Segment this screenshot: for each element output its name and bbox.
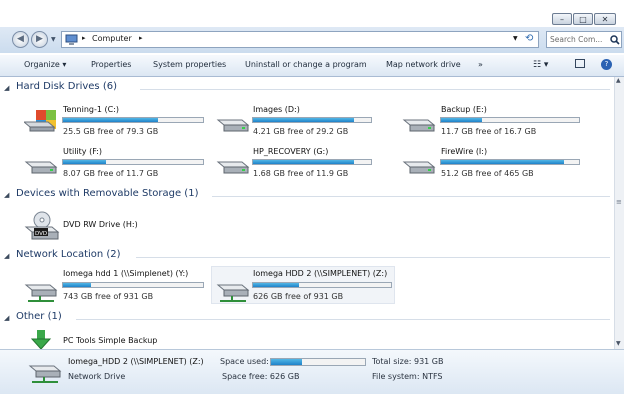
properties-button[interactable]: Properties	[91, 60, 131, 69]
hard-drive-icon	[216, 119, 250, 132]
backup-arrow-icon	[30, 330, 52, 349]
more-commands-button[interactable]: »	[478, 60, 483, 69]
back-button[interactable]: ◀	[12, 31, 29, 48]
breadcrumb-arrow-icon[interactable]: ▸	[139, 34, 143, 42]
hard-drive-icon	[402, 161, 436, 174]
collapse-other-icon[interactable]: ◢	[4, 314, 9, 322]
hard-drive-icon	[216, 161, 250, 174]
network-drive-icon	[216, 284, 250, 302]
details-space-used-label: Space used:	[220, 357, 269, 366]
drive-label: FireWire (I:)	[441, 147, 488, 156]
address-bar[interactable]: ▸ Computer ▸ ▼ ⟲	[61, 31, 539, 48]
uninstall-program-button[interactable]: Uninstall or change a program	[245, 60, 367, 69]
drive-label: DVD RW Drive (H:)	[63, 220, 138, 229]
breadcrumb-computer[interactable]: Computer	[92, 34, 132, 43]
maximize-button[interactable]: □	[573, 13, 593, 25]
minimize-icon: –	[560, 15, 564, 24]
scroll-up-icon[interactable]: ▲	[616, 77, 621, 84]
item-label: PC Tools Simple Backup	[63, 336, 158, 345]
details-type: Network Drive	[68, 372, 126, 381]
scroll-down-icon[interactable]: ▼	[616, 340, 621, 347]
minimize-button[interactable]: –	[552, 13, 572, 25]
network-drive-icon	[28, 365, 62, 383]
address-dropdown-icon[interactable]: ▼	[513, 35, 518, 42]
drive-usage-bar	[252, 117, 372, 123]
drive-free-space: 8.07 GB free of 11.7 GB	[63, 169, 159, 178]
group-divider	[212, 196, 610, 197]
group-heading-other[interactable]: Other (1)	[16, 311, 62, 322]
drive-label: Iomega hdd 1 (\\Simplenet) (Y:)	[63, 269, 189, 278]
command-toolbar: Organize ▾ Properties System properties …	[0, 55, 624, 77]
collapse-removable-icon[interactable]: ◢	[4, 191, 9, 199]
drive-free-space: 1.68 GB free of 11.9 GB	[253, 169, 349, 178]
drive-free-space: 25.5 GB free of 79.3 GB	[63, 127, 159, 136]
details-total-size: Total size: 931 GB	[372, 357, 444, 366]
details-pane: Iomega_HDD 2 (\\SIMPLENET) (Z:) Network …	[0, 349, 624, 394]
drive-usage-bar	[252, 159, 372, 165]
address-bar-row: ◀ ▶ ▼ ▸ Computer ▸ ▼ ⟲ Search Com...	[0, 27, 624, 53]
scroll-thumb-grip[interactable]: ≡	[616, 198, 622, 206]
history-dropdown-icon[interactable]: ▼	[51, 36, 56, 43]
search-icon[interactable]	[610, 35, 620, 45]
group-heading-hard-disk[interactable]: Hard Disk Drives (6)	[16, 81, 117, 92]
maximize-icon: □	[579, 15, 587, 24]
search-input[interactable]: Search Com...	[546, 31, 622, 48]
forward-button[interactable]: ▶	[31, 31, 48, 48]
drive-usage-bar	[252, 282, 392, 288]
drive-label: Iomega HDD 2 (\\SIMPLENET) (Z:)	[253, 269, 388, 278]
search-placeholder: Search Com...	[550, 35, 603, 44]
drive-label: HP_RECOVERY (G:)	[253, 147, 329, 156]
back-arrow-icon: ◀	[17, 34, 24, 44]
collapse-hard-disk-icon[interactable]: ◢	[4, 84, 9, 92]
drive-usage-bar	[440, 159, 580, 165]
breadcrumb-separator: ▸	[82, 34, 86, 42]
drive-free-space: 51.2 GB free of 465 GB	[441, 169, 534, 178]
content-pane: ◢ Hard Disk Drives (6) Tenning-1 (C:) 25…	[0, 77, 614, 349]
map-network-drive-button[interactable]: Map network drive	[386, 60, 461, 69]
details-name: Iomega_HDD 2 (\\SIMPLENET) (Z:)	[68, 357, 204, 366]
group-heading-removable[interactable]: Devices with Removable Storage (1)	[16, 188, 198, 199]
close-button[interactable]: ✕	[594, 13, 616, 25]
drive-usage-bar	[62, 117, 204, 123]
drive-free-space: 626 GB free of 931 GB	[253, 292, 344, 301]
vertical-scrollbar[interactable]: ▲ ≡ ▼	[614, 77, 624, 349]
network-drive-icon	[24, 284, 58, 302]
drive-usage-bar	[440, 117, 580, 123]
details-filesystem: File system: NTFS	[372, 372, 443, 381]
collapse-network-icon[interactable]: ◢	[4, 252, 9, 260]
drive-free-space: 4.21 GB free of 29.2 GB	[253, 127, 349, 136]
system-drive-icon	[24, 110, 56, 132]
close-icon: ✕	[601, 15, 609, 24]
organize-button[interactable]: Organize ▾	[24, 60, 66, 69]
group-divider	[76, 319, 610, 320]
drive-label: Tenning-1 (C:)	[63, 105, 120, 114]
dvd-drive-icon: DVD	[24, 211, 60, 240]
preview-pane-icon[interactable]	[575, 59, 585, 68]
system-properties-button[interactable]: System properties	[153, 60, 226, 69]
details-space-free: Space free: 626 GB	[222, 372, 300, 381]
group-heading-network[interactable]: Network Location (2)	[16, 249, 121, 260]
refresh-icon[interactable]: ⟲	[525, 33, 533, 44]
help-icon[interactable]: ?	[601, 59, 612, 70]
drive-label: Backup (E:)	[441, 105, 487, 114]
forward-arrow-icon: ▶	[36, 34, 43, 44]
network-drive-item-selected[interactable]: Iomega HDD 2 (\\SIMPLENET) (Z:) 626 GB f…	[211, 266, 395, 304]
drive-free-space: 11.7 GB free of 16.7 GB	[441, 127, 537, 136]
hard-drive-icon	[24, 161, 58, 174]
computer-icon	[65, 34, 78, 45]
views-icon[interactable]: ☷ ▾	[533, 60, 548, 70]
drive-free-space: 743 GB free of 931 GB	[63, 292, 154, 301]
drive-label: Utility (F:)	[63, 147, 102, 156]
drive-label: Images (D:)	[253, 105, 300, 114]
group-divider	[140, 89, 610, 90]
details-usage-bar	[270, 358, 366, 366]
hard-drive-icon	[402, 119, 436, 132]
drive-usage-bar	[62, 282, 204, 288]
dvd-badge: DVD	[35, 231, 47, 237]
group-divider	[136, 257, 610, 258]
drive-usage-bar	[62, 159, 204, 165]
